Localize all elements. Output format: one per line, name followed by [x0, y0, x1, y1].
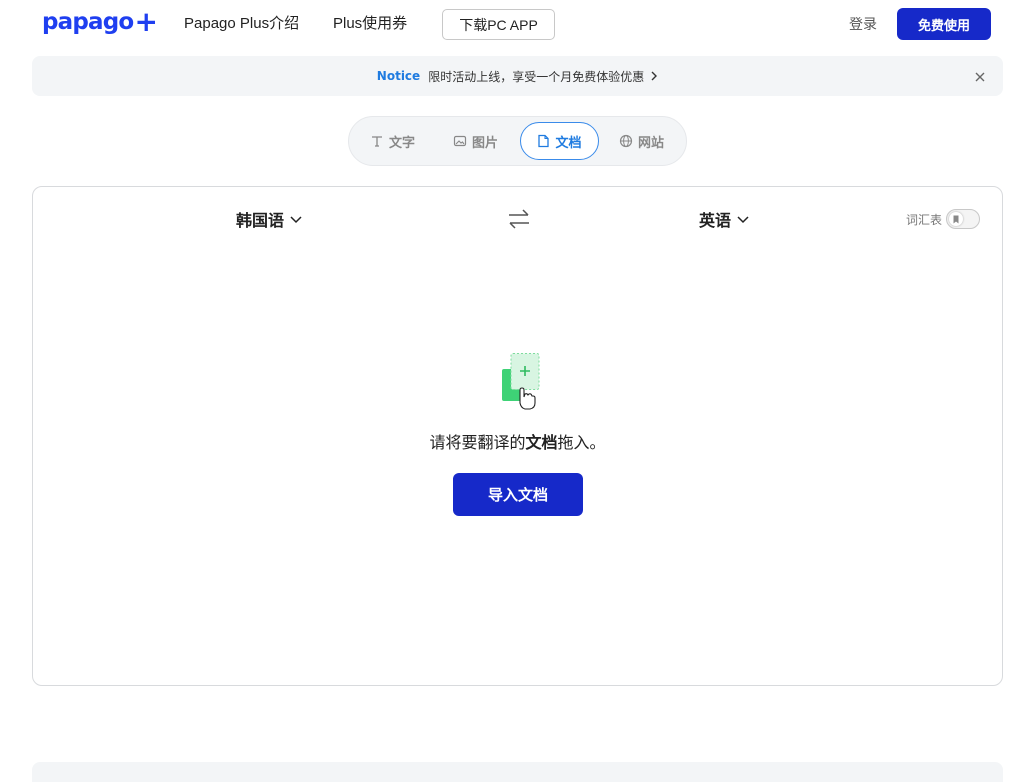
- tab-text[interactable]: 文字: [370, 122, 415, 160]
- glossary-label: 词汇表: [906, 212, 943, 227]
- login-link[interactable]: 登录: [849, 14, 877, 34]
- chevron-down-icon: [289, 210, 303, 229]
- tab-document-label: 文档: [555, 135, 582, 151]
- notice-text: 限时活动上线，享受一个月免费体验优惠: [428, 69, 645, 84]
- tab-website-label: 网站: [638, 135, 665, 151]
- swap-languages-icon[interactable]: [506, 207, 532, 231]
- tab-text-label: 文字: [389, 135, 416, 151]
- nav-plus-intro[interactable]: Papago Plus介绍: [184, 12, 299, 33]
- top-header: papago + Papago Plus介绍 Plus使用券 下载PC APP 登…: [0, 0, 1032, 48]
- bottom-section: [32, 762, 1003, 782]
- drop-bold: 文档: [525, 433, 558, 452]
- drop-prefix: 请将要翻译的: [429, 433, 526, 452]
- tab-website[interactable]: 网站: [619, 122, 664, 160]
- logo-text: papago: [42, 9, 134, 35]
- add-document-icon: [498, 353, 544, 411]
- glossary-toggle[interactable]: [946, 209, 981, 229]
- tab-image-label: 图片: [472, 135, 499, 151]
- document-translate-panel: 韩国语 英语 词汇表 请将要翻译的文档拖入。 导入文档: [32, 186, 1003, 686]
- globe-icon: [619, 134, 633, 148]
- mode-tabs: 文字 图片 文档 网站: [348, 116, 687, 166]
- glossary-control: 词汇表: [906, 209, 981, 229]
- image-icon: [453, 134, 467, 148]
- nav-plus-coupon[interactable]: Plus使用券: [333, 12, 407, 33]
- source-language-label: 韩国语: [236, 211, 285, 230]
- free-use-button[interactable]: 免费使用: [897, 8, 991, 40]
- target-language-select[interactable]: 英语: [699, 207, 750, 231]
- papago-logo[interactable]: papago +: [42, 5, 158, 38]
- target-language-label: 英语: [699, 211, 732, 230]
- bookmark-icon: [949, 212, 964, 226]
- drop-instructions: 请将要翻译的文档拖入。: [33, 429, 1002, 453]
- drop-suffix: 拖入。: [557, 433, 606, 452]
- chevron-right-icon: [650, 71, 658, 81]
- notice-content[interactable]: Notice 限时活动上线，享受一个月免费体验优惠: [32, 56, 1003, 96]
- text-icon: [370, 134, 384, 148]
- logo-plus: +: [134, 5, 158, 38]
- source-language-select[interactable]: 韩国语: [236, 207, 303, 231]
- download-pc-app-button[interactable]: 下载PC APP: [442, 9, 555, 40]
- tab-document[interactable]: 文档: [520, 122, 599, 160]
- notice-banner: Notice 限时活动上线，享受一个月免费体验优惠: [32, 56, 1003, 96]
- document-icon: [537, 134, 550, 148]
- tab-image[interactable]: 图片: [453, 122, 498, 160]
- close-icon[interactable]: [973, 69, 987, 83]
- import-document-button[interactable]: 导入文档: [453, 473, 583, 516]
- notice-tag: Notice: [376, 69, 421, 83]
- chevron-down-icon: [736, 210, 750, 229]
